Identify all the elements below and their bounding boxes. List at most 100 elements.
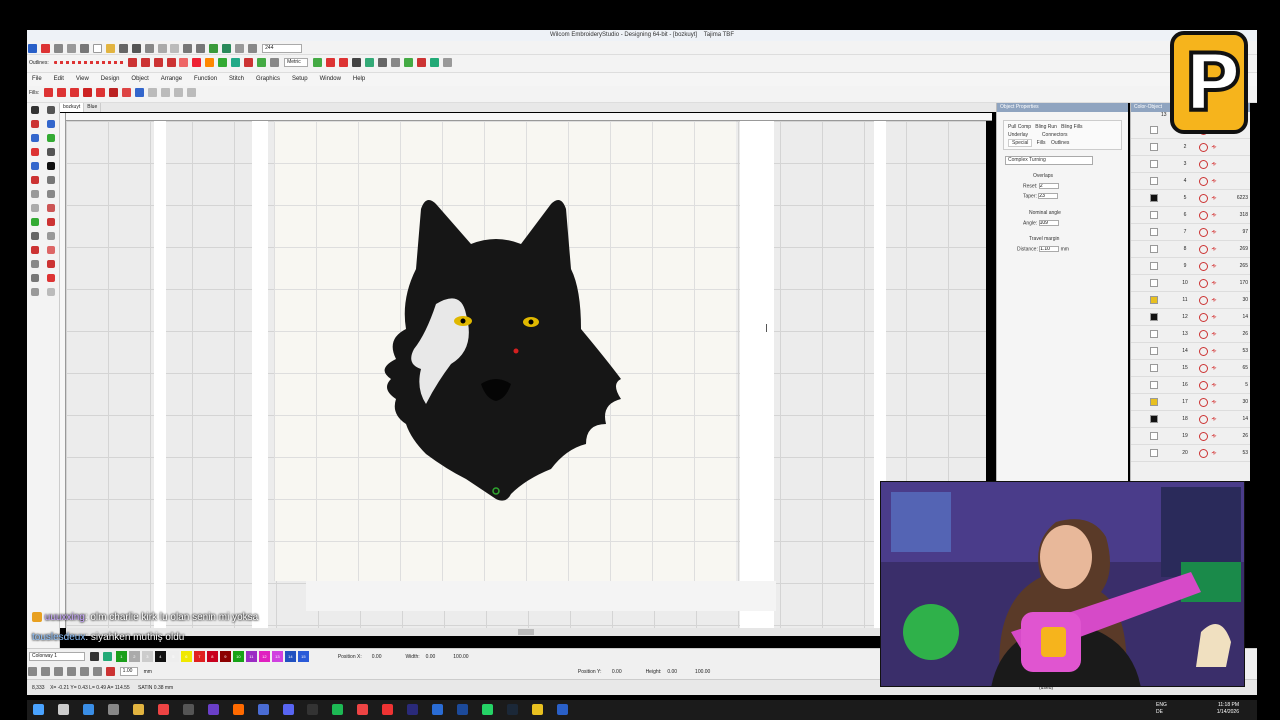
lettering-icon[interactable] xyxy=(31,134,39,142)
color-object-row[interactable]: 14 ∻ 53 xyxy=(1131,343,1250,360)
outline-stitch-preview[interactable] xyxy=(53,61,124,64)
tab-underlay[interactable]: Underlay xyxy=(1008,132,1028,138)
app-icon[interactable] xyxy=(28,44,37,53)
open-icon[interactable] xyxy=(105,44,115,53)
tab-pull-comp[interactable]: Pull Comp xyxy=(1008,124,1031,130)
palette-swatch[interactable]: 2 xyxy=(128,651,140,662)
menu-arrange[interactable]: Arrange xyxy=(156,73,187,86)
color-object-row[interactable]: 5 ∻ 6223 xyxy=(1131,190,1250,207)
menu-file[interactable]: File xyxy=(27,73,47,86)
monogram-icon[interactable] xyxy=(47,134,55,142)
thread-chip[interactable] xyxy=(1150,262,1158,270)
ungroup-icon[interactable] xyxy=(40,667,50,676)
app-icon[interactable] xyxy=(257,704,269,715)
palette-swatch[interactable]: 5 xyxy=(167,651,179,662)
dot-fill-icon[interactable] xyxy=(121,88,131,97)
discord-icon[interactable] xyxy=(282,704,294,715)
width-percent[interactable]: 100.00 xyxy=(453,654,468,660)
stitch-icon[interactable] xyxy=(209,44,219,53)
pen-icon[interactable] xyxy=(47,120,55,128)
pin-icon[interactable] xyxy=(53,44,63,53)
target-icon[interactable] xyxy=(47,274,55,282)
palette-swatch[interactable]: 8 xyxy=(206,651,218,662)
color-object-row[interactable]: 13 ∻ 26 xyxy=(1131,326,1250,343)
measure-icon[interactable] xyxy=(313,58,323,67)
cross-fill-icon[interactable] xyxy=(96,88,106,97)
illustrator-icon[interactable] xyxy=(232,704,244,715)
wave-fill-icon[interactable] xyxy=(83,88,93,97)
color-object-row[interactable]: 12 ∻ 14 xyxy=(1131,309,1250,326)
stamp-icon[interactable] xyxy=(47,246,55,254)
thread-icon[interactable] xyxy=(102,652,112,661)
thread-chip[interactable] xyxy=(1150,415,1158,423)
explorer-icon[interactable] xyxy=(132,704,144,715)
obs-icon[interactable] xyxy=(307,704,319,715)
steam-icon[interactable] xyxy=(507,704,519,715)
distance-input[interactable] xyxy=(1039,245,1060,252)
copy-icon[interactable] xyxy=(157,44,167,53)
tab-connectors[interactable]: Connectors xyxy=(1042,132,1068,138)
show-icon[interactable] xyxy=(92,667,102,676)
measure-tool-icon[interactable] xyxy=(47,232,55,240)
palette-swatch[interactable]: 13 xyxy=(271,651,283,662)
tab-bling-run[interactable]: Bling Run xyxy=(1035,124,1057,130)
thread-chip[interactable] xyxy=(1150,143,1158,151)
design-canvas[interactable] xyxy=(66,121,986,628)
knife-icon[interactable] xyxy=(403,58,413,67)
red-circle-icon[interactable] xyxy=(31,176,39,184)
tatami-icon[interactable] xyxy=(44,88,54,97)
thread-chip[interactable] xyxy=(1150,177,1158,185)
horizontal-scrollbar[interactable] xyxy=(66,628,986,636)
palette-swatch[interactable]: 4 xyxy=(154,651,166,662)
black-circle-icon[interactable] xyxy=(47,162,55,170)
clip-icon[interactable] xyxy=(66,44,76,53)
angle-input[interactable] xyxy=(1038,219,1059,226)
palette-swatch[interactable]: 6 xyxy=(180,651,192,662)
backstitch-icon[interactable] xyxy=(166,58,176,67)
fill-holes-icon[interactable] xyxy=(47,260,55,268)
palette-swatch[interactable]: 15 xyxy=(297,651,309,662)
color-object-row[interactable]: 19 ∻ 26 xyxy=(1131,428,1250,445)
photoshop-icon[interactable] xyxy=(432,704,444,715)
appliqué-icon[interactable] xyxy=(31,218,39,226)
thread-chip[interactable] xyxy=(1150,194,1158,202)
palette-editor-icon[interactable] xyxy=(89,652,99,661)
app-icon[interactable] xyxy=(182,704,194,715)
palette-swatch[interactable]: 3 xyxy=(141,651,153,662)
thread-chip[interactable] xyxy=(1150,313,1158,321)
tree-icon[interactable] xyxy=(257,58,267,67)
position-x-value[interactable]: 0.00 xyxy=(372,654,382,660)
shape-icon[interactable] xyxy=(442,58,452,67)
tab-blue[interactable]: Blue xyxy=(84,103,102,112)
thread-chip[interactable] xyxy=(1150,245,1158,253)
group-icon[interactable] xyxy=(28,667,37,676)
task-view-icon[interactable] xyxy=(57,704,69,715)
app-icon[interactable] xyxy=(457,704,469,715)
redo-icon[interactable] xyxy=(196,44,206,53)
color-object-row[interactable]: 3 ∻ xyxy=(1131,156,1250,173)
tab-outlines[interactable]: Outlines xyxy=(1051,140,1069,146)
palette-swatch[interactable]: 1 xyxy=(115,651,127,662)
thread-chip[interactable] xyxy=(1150,126,1158,134)
palette-swatch[interactable]: 9 xyxy=(219,651,231,662)
pencil-icon[interactable] xyxy=(205,58,215,67)
stitch-length-input[interactable]: 1.00 xyxy=(119,667,138,676)
stop-icon[interactable] xyxy=(325,58,335,67)
position-y-value[interactable]: 0.00 xyxy=(612,669,622,675)
app-icon[interactable] xyxy=(107,704,119,715)
language-indicator[interactable]: ENG DE xyxy=(1156,702,1172,716)
slow-redraw-icon[interactable] xyxy=(235,44,245,53)
thread-chip[interactable] xyxy=(1150,381,1158,389)
color-object-row[interactable]: 9 ∻ 265 xyxy=(1131,258,1250,275)
color-fill-icon[interactable] xyxy=(244,58,254,67)
align-icon[interactable] xyxy=(364,58,374,67)
remove-icon[interactable] xyxy=(416,58,426,67)
new-icon[interactable] xyxy=(92,44,102,53)
branching-icon[interactable] xyxy=(47,204,55,212)
crescent-icon[interactable] xyxy=(134,88,144,97)
reset-input[interactable] xyxy=(1038,183,1059,189)
polygon-icon[interactable] xyxy=(31,190,39,198)
rotate-icon[interactable] xyxy=(47,288,55,296)
height-value[interactable]: 0.00 xyxy=(667,669,677,675)
run-icon[interactable] xyxy=(140,58,150,67)
